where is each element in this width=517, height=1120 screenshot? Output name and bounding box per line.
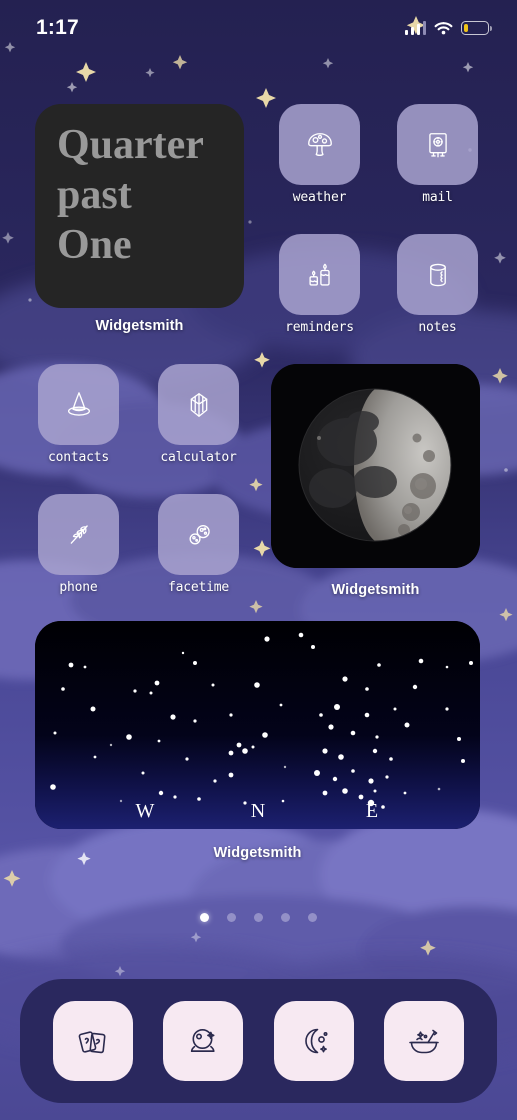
- app-icon-phone[interactable]: phone: [38, 494, 119, 595]
- facetime-tile[interactable]: [158, 494, 239, 575]
- calculator-tile[interactable]: [158, 364, 239, 445]
- app-icon-facetime[interactable]: facetime: [158, 494, 239, 595]
- clock-widget-text: Quarter past One: [57, 120, 234, 270]
- widget-star-map[interactable]: W N E: [35, 621, 480, 829]
- app-icon-notes[interactable]: notes: [397, 234, 478, 335]
- moon-phase-graphic: [271, 364, 480, 568]
- battery-low-icon: [461, 21, 492, 35]
- app-label-phone: phone: [59, 580, 98, 595]
- notes-tile[interactable]: [397, 234, 478, 315]
- weather-tile[interactable]: [279, 104, 360, 185]
- status-time: 1:17: [36, 16, 79, 39]
- dock-app-moon[interactable]: [273, 1001, 354, 1081]
- crescent-moon-icon: [304, 1028, 328, 1054]
- app-icon-weather[interactable]: weather: [279, 104, 360, 205]
- mail-tile[interactable]: [397, 104, 478, 185]
- clock-line-2: past: [57, 172, 132, 218]
- app-icon-mail[interactable]: mail: [397, 104, 478, 205]
- app-label-reminders: reminders: [285, 320, 354, 335]
- app-label-calculator: calculator: [160, 450, 237, 465]
- app-icon-contacts[interactable]: contacts: [38, 364, 119, 465]
- herb-sprig-icon: [70, 524, 88, 544]
- page-dot-1[interactable]: [200, 913, 209, 922]
- app-label-facetime: facetime: [167, 580, 230, 595]
- widget-clock-label: Widgetsmith: [95, 318, 184, 334]
- status-bar: 1:17: [0, 0, 517, 56]
- dock-app-crystal-ball[interactable]: [163, 1001, 244, 1081]
- clock-line-3: One: [57, 222, 132, 268]
- crystal-icon: [190, 392, 207, 417]
- crystal-ball-icon: [191, 1029, 215, 1052]
- reminders-tile[interactable]: [279, 234, 360, 315]
- dock: [20, 979, 497, 1103]
- app-icon-calculator[interactable]: calculator: [158, 364, 239, 465]
- clock-line-1: Quarter: [57, 122, 204, 168]
- page-dot-3[interactable]: [254, 913, 263, 922]
- candles-icon: [308, 263, 330, 286]
- widget-clock-widgetsmith[interactable]: Quarter past One: [35, 104, 244, 308]
- cellular-signal-icon: [404, 21, 426, 35]
- app-label-notes: notes: [418, 320, 457, 335]
- widget-star-map-label: Widgetsmith: [213, 845, 302, 861]
- page-indicator[interactable]: [0, 913, 517, 922]
- app-icon-reminders[interactable]: reminders: [279, 234, 360, 335]
- tarot-cards-icon: [78, 1031, 106, 1054]
- mushroom-icon: [307, 132, 332, 156]
- phone-tile[interactable]: [38, 494, 119, 575]
- dock-app-tarot[interactable]: [53, 1001, 134, 1081]
- star-map-graphic: W N E: [35, 621, 480, 829]
- app-label-mail: mail: [422, 190, 453, 205]
- crystal-balls-icon: [189, 524, 210, 544]
- potion-jar-icon: [429, 263, 446, 286]
- wifi-icon: [434, 22, 453, 35]
- witch-hat-icon: [67, 391, 90, 416]
- dock-app-cauldron[interactable]: [383, 1001, 464, 1081]
- app-label-contacts: contacts: [47, 450, 110, 465]
- contacts-tile[interactable]: [38, 364, 119, 445]
- app-label-weather: weather: [292, 190, 347, 205]
- compass-label-w: W: [136, 800, 155, 822]
- widget-moon-label: Widgetsmith: [331, 582, 420, 598]
- widget-moon-phase[interactable]: [271, 364, 480, 568]
- compass-label-n: N: [251, 800, 265, 822]
- page-dot-2[interactable]: [227, 913, 236, 922]
- compass-label-e: E: [366, 800, 378, 822]
- mortar-bowl-icon: [409, 1029, 439, 1054]
- spellbook-icon: [428, 132, 447, 157]
- page-dot-4[interactable]: [281, 913, 290, 922]
- page-dot-5[interactable]: [308, 913, 317, 922]
